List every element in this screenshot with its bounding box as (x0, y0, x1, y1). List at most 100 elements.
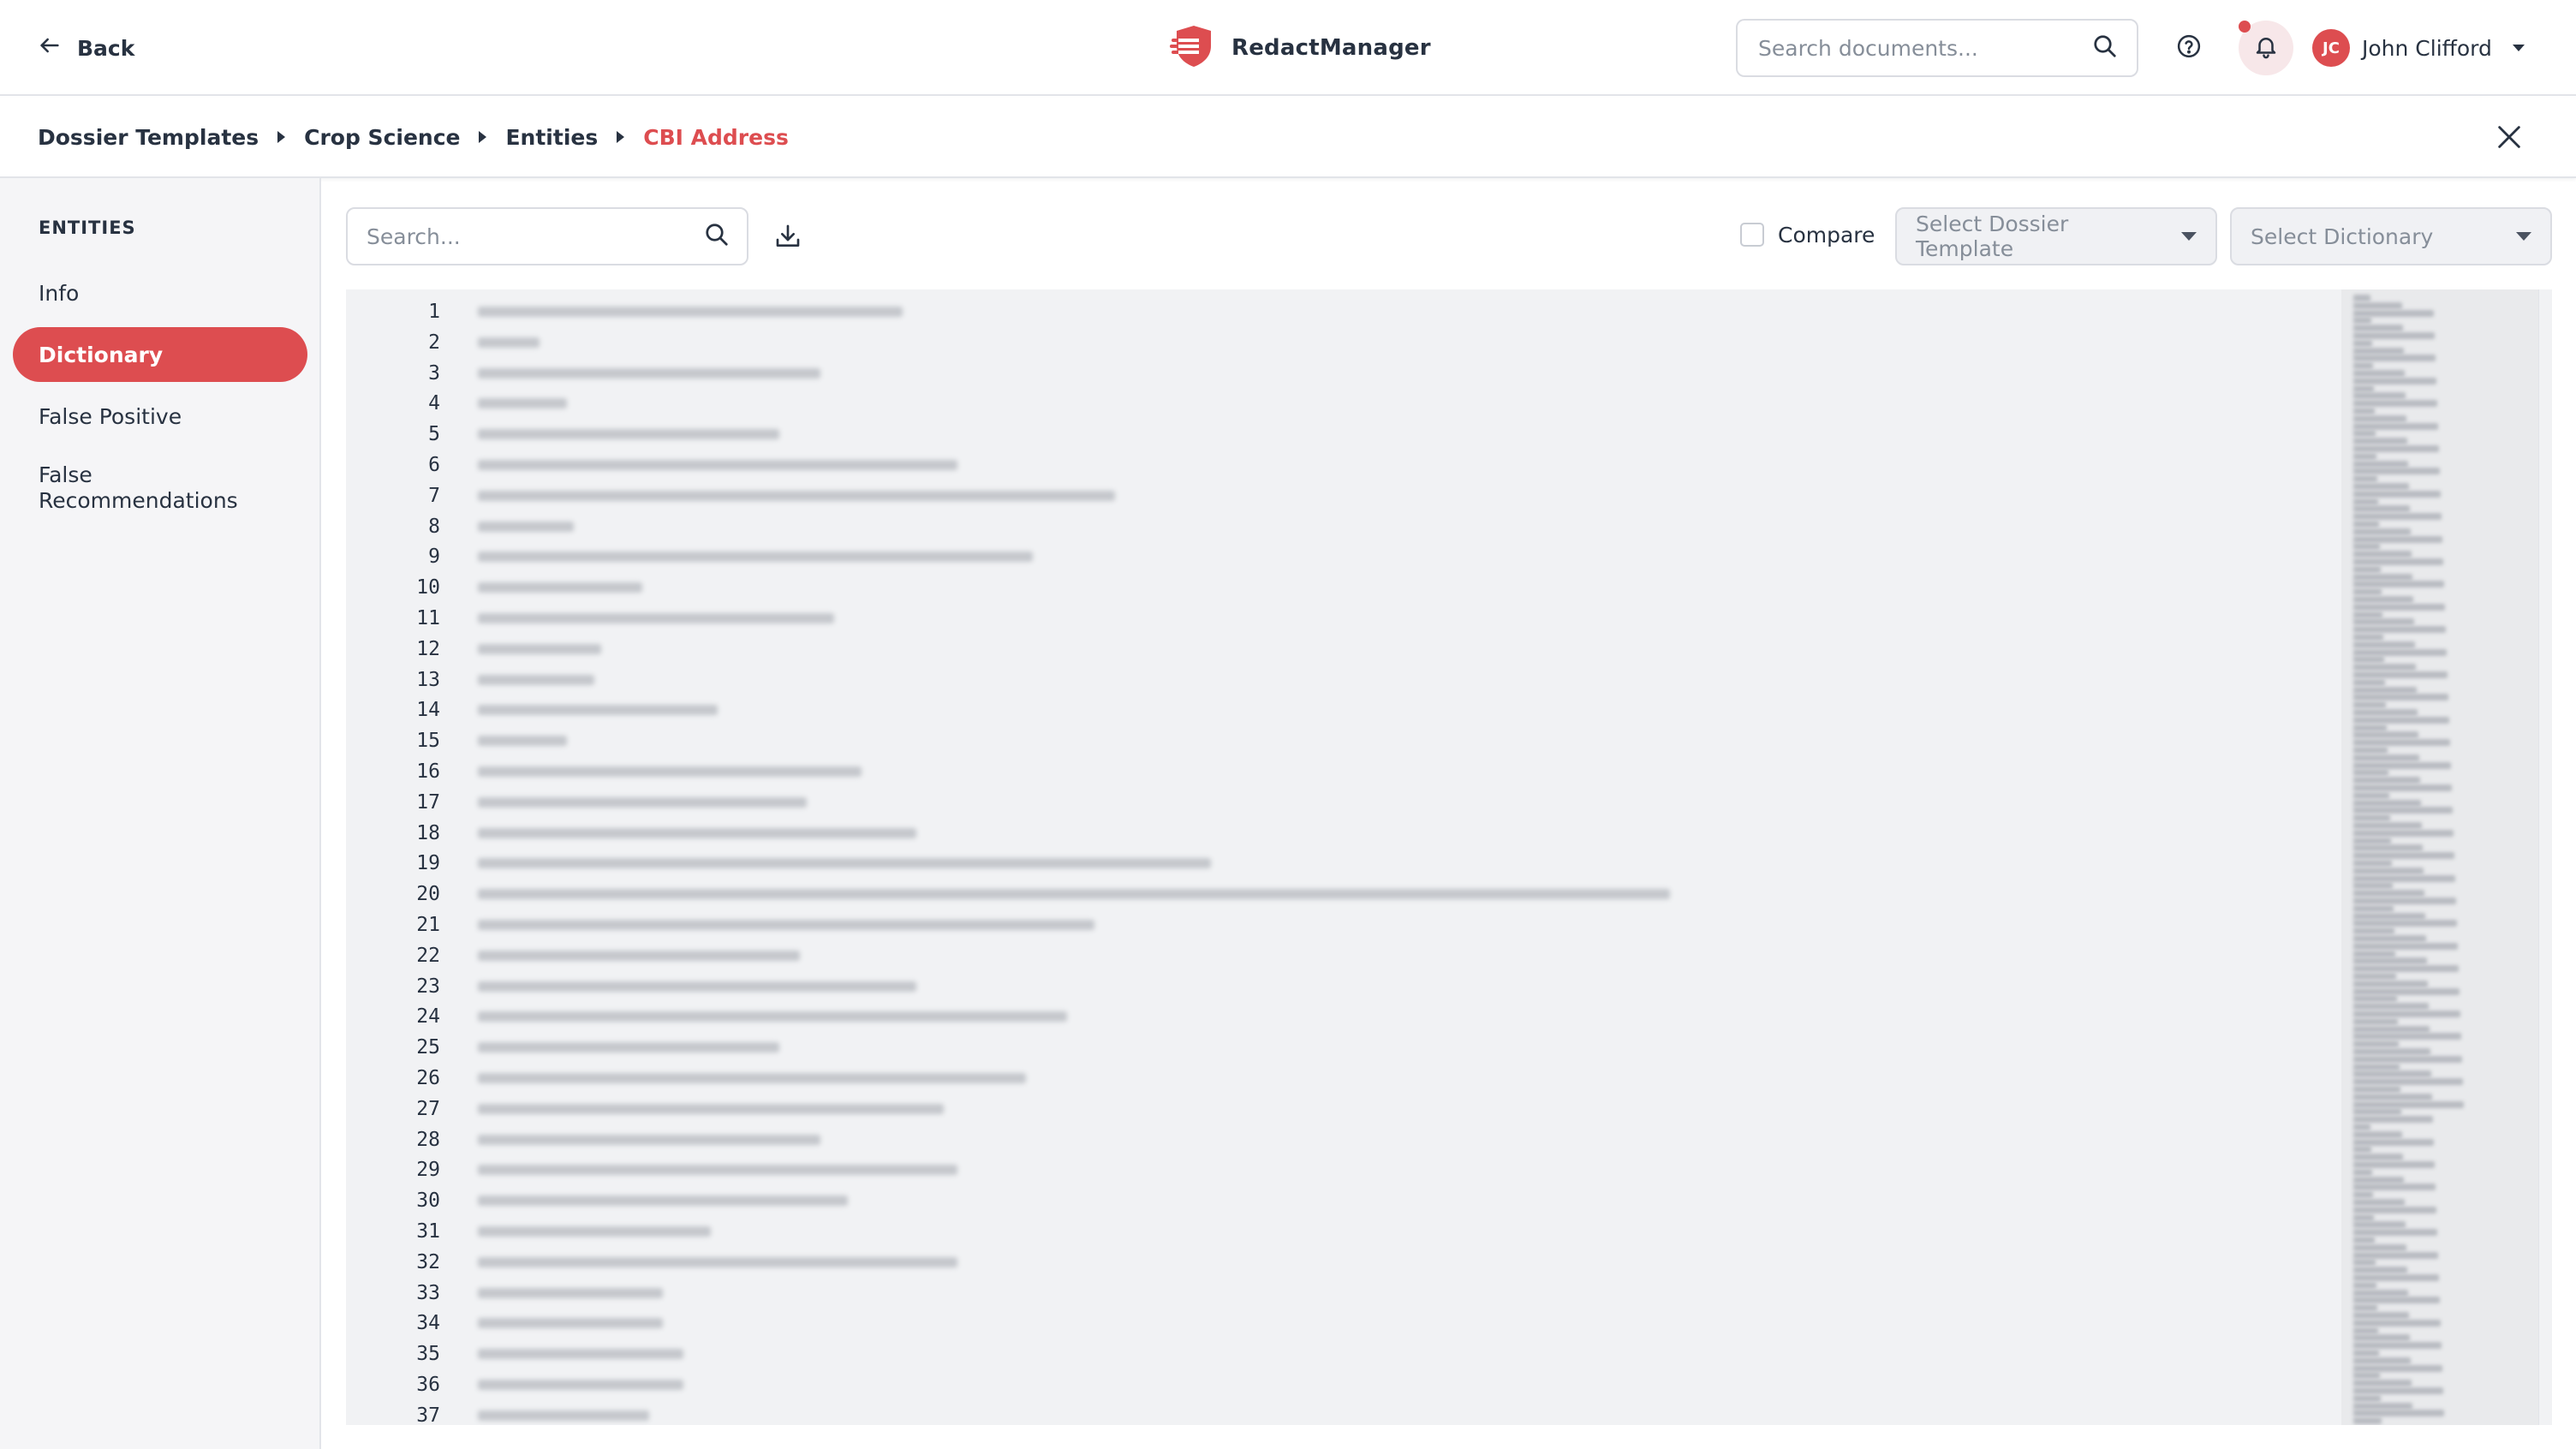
blurred-line-content (478, 736, 567, 747)
minimap-line (2353, 1138, 2434, 1146)
minimap-line (2353, 799, 2421, 807)
sidebar-item-label: Dictionary (39, 342, 164, 367)
minimap-line (2353, 716, 2449, 724)
minimap-line (2353, 1267, 2407, 1274)
minimap-line (2353, 1289, 2408, 1297)
line-number: 19 (416, 852, 440, 875)
close-icon (2495, 122, 2524, 155)
line-number: 4 (428, 392, 440, 415)
user-menu[interactable]: JC John Clifford (2312, 29, 2525, 67)
sidebar-item-info[interactable]: Info (13, 265, 307, 320)
minimap-line (2353, 777, 2420, 784)
dictionary-search-input[interactable] (365, 223, 704, 250)
minimap-line (2353, 867, 2424, 874)
back-button[interactable]: Back (38, 31, 134, 65)
breadcrumb-dossier-templates[interactable]: Dossier Templates (38, 125, 259, 150)
download-button[interactable] (771, 221, 805, 255)
minimap-line (2353, 483, 2409, 490)
blurred-line-content (478, 1226, 711, 1237)
compare-toggle[interactable]: Compare (1740, 221, 1875, 248)
editor-minimap[interactable] (2341, 289, 2538, 1425)
minimap-line (2353, 355, 2436, 362)
minimap-line (2353, 694, 2448, 701)
minimap-line (2353, 347, 2404, 355)
minimap-line (2353, 1334, 2410, 1342)
minimap-line (2353, 422, 2438, 430)
close-button[interactable] (2492, 120, 2526, 158)
minimap-line (2353, 860, 2392, 867)
blurred-line-content (478, 1410, 649, 1421)
arrow-left-icon (38, 33, 62, 63)
minimap-line (2353, 1086, 2400, 1093)
select-dictionary-placeholder: Select Dictionary (2251, 224, 2434, 249)
app-logo[interactable]: RedactManager (1170, 22, 1431, 74)
dictionary-editor[interactable]: 1 2 3 4 5 6 7 8 9 10 11 12 13 14 15 16 17 18 19 20 21 22 23 24 2… (346, 289, 2552, 1425)
search-icon[interactable] (2092, 33, 2118, 63)
notification-dot (2239, 21, 2251, 33)
minimap-line (2353, 452, 2376, 460)
select-dossier-template[interactable]: Select Dossier Template (1895, 207, 2217, 265)
minimap-line (2353, 942, 2458, 950)
blurred-line-content (478, 1073, 1026, 1083)
minimap-line (2353, 1078, 2463, 1086)
blurred-line-content (478, 950, 800, 961)
minimap-line (2353, 573, 2412, 581)
minimap-line (2353, 1003, 2429, 1011)
line-number: 17 (416, 790, 440, 814)
sidebar-item-false-recommendations[interactable]: False Recommendations (13, 454, 238, 522)
sidebar-item-label: False Positive (39, 403, 182, 429)
editor-scrollbar[interactable] (2538, 289, 2552, 1425)
minimap-line (2353, 784, 2452, 791)
blurred-line-content (478, 766, 862, 777)
minimap-line (2353, 1327, 2378, 1334)
document-search[interactable] (1736, 19, 2138, 77)
breadcrumb-entities[interactable]: Entities (505, 125, 598, 150)
line-number: 1 (428, 301, 440, 323)
sidebar-item-label: Info (39, 280, 80, 306)
minimap-line (2353, 648, 2447, 656)
minimap-line (2353, 362, 2373, 370)
minimap-line (2353, 912, 2425, 920)
minimap-line (2353, 1168, 2372, 1176)
minimap-line (2353, 1011, 2460, 1017)
document-search-input[interactable] (1756, 34, 2092, 62)
line-number: 33 (416, 1281, 440, 1304)
sidebar-item-false-positive[interactable]: False Positive (13, 389, 307, 444)
minimap-line (2353, 521, 2379, 528)
minimap-line (2353, 656, 2384, 664)
blurred-line-content (478, 490, 1115, 501)
blurred-line-content (478, 1318, 663, 1329)
dictionary-search[interactable] (346, 207, 748, 265)
line-number: 31 (416, 1220, 440, 1243)
minimap-line (2353, 1146, 2371, 1154)
minimap-line (2353, 1229, 2437, 1237)
minimap-line (2353, 611, 2382, 618)
breadcrumb-current: CBI Address (643, 124, 789, 150)
minimap-line (2353, 588, 2382, 596)
minimap-line (2353, 1394, 2381, 1402)
minimap-line (2353, 581, 2444, 588)
search-icon[interactable] (704, 222, 730, 251)
blurred-line-content (478, 307, 903, 317)
minimap-line (2353, 1312, 2409, 1319)
minimap-line (2353, 1251, 2438, 1259)
minimap-line (2353, 1237, 2375, 1243)
minimap-line (2353, 641, 2415, 648)
blurred-line-content (478, 1134, 820, 1145)
compare-checkbox[interactable] (1740, 223, 1764, 247)
line-number: 21 (416, 914, 440, 936)
line-number: 6 (428, 454, 440, 476)
blurred-line-content (478, 1256, 957, 1267)
help-button[interactable] (2170, 29, 2208, 67)
blurred-line-content (478, 613, 834, 623)
breadcrumb-crop-science[interactable]: Crop Science (304, 125, 460, 150)
minimap-line (2353, 852, 2454, 860)
minimap-line (2353, 724, 2387, 731)
minimap-line (2353, 332, 2435, 339)
select-dictionary[interactable]: Select Dictionary (2230, 207, 2552, 265)
minimap-line (2353, 927, 2394, 935)
minimap-line (2353, 1033, 2461, 1041)
sidebar-item-dictionary[interactable]: Dictionary (13, 327, 307, 382)
blurred-line-content (478, 521, 574, 532)
minimap-line (2353, 1342, 2442, 1350)
